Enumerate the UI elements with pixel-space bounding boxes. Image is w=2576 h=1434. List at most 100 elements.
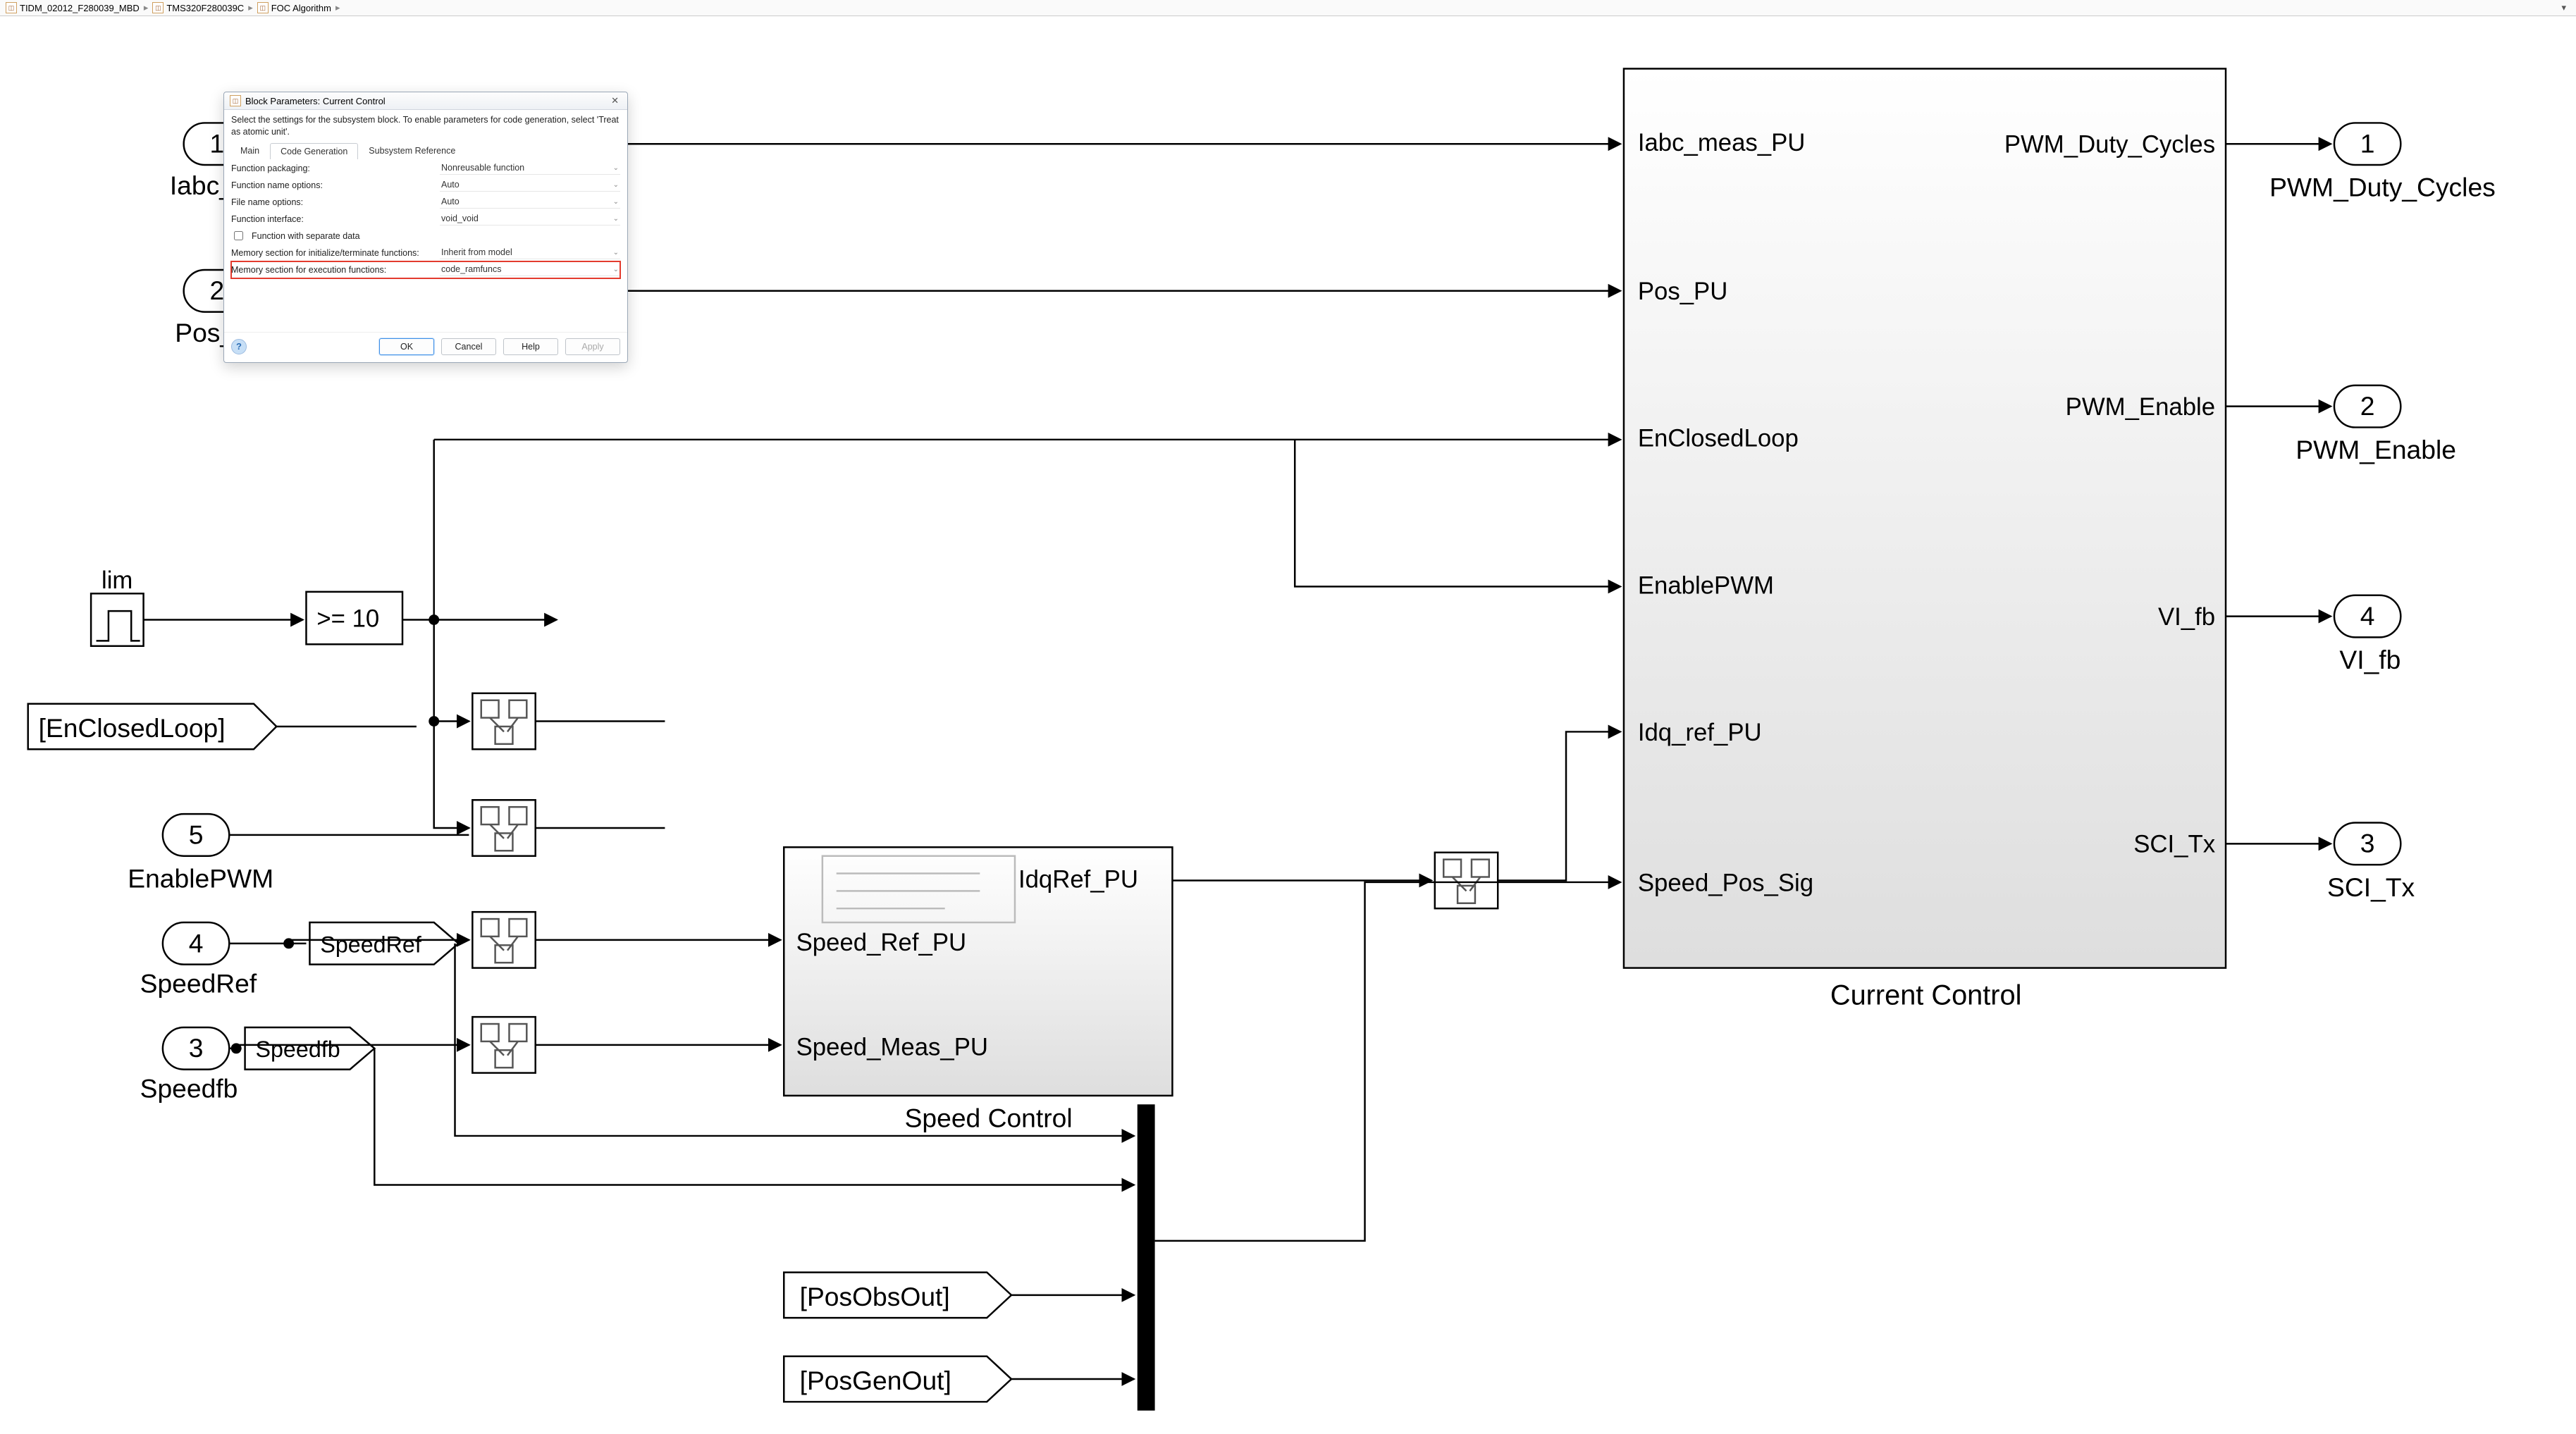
outport-2[interactable]: 2 PWM_Enable — [2295, 385, 2456, 464]
svg-text:PWM_Enable: PWM_Enable — [2295, 435, 2456, 464]
tab-code-generation[interactable]: Code Generation — [270, 143, 358, 159]
svg-text:VI_fb: VI_fb — [2158, 604, 2215, 631]
inport-5[interactable]: 5 EnablePWM — [128, 814, 273, 893]
field-memory-init: Memory section for initialize/terminate … — [231, 245, 620, 261]
svg-text:SCI_Tx: SCI_Tx — [2327, 872, 2415, 902]
field-dropdown[interactable]: Auto⌄ — [440, 178, 620, 192]
from-enclosedloop[interactable]: [EnClosedLoop] — [28, 704, 277, 750]
tab-main[interactable]: Main — [230, 142, 270, 159]
field-label: Function interface: — [231, 214, 436, 224]
svg-text:VI_fb: VI_fb — [2339, 645, 2401, 674]
breadcrumb-dropdown[interactable]: ▾ — [2561, 2, 2570, 13]
field-label: Function packaging: — [231, 163, 436, 173]
dialog-title: Block Parameters: Current Control — [245, 96, 386, 106]
svg-text:Idq_ref_PU: Idq_ref_PU — [1638, 719, 1762, 746]
field-dropdown[interactable]: Auto⌄ — [440, 195, 620, 209]
from-posobsout[interactable]: [PosObsOut] — [784, 1273, 1011, 1318]
breadcrumb-item-0[interactable]: ◫ TIDM_02012_F280039_MBD — [6, 2, 140, 13]
block-parameters-dialog: ◫ Block Parameters: Current Control ✕ Se… — [223, 92, 628, 363]
speed-control-subsystem[interactable]: Speed_Ref_PU Speed_Meas_PU IdqRef_PU Spe… — [784, 847, 1172, 1132]
outport-1[interactable]: 1 PWM_Duty_Cycles — [2269, 123, 2496, 202]
svg-text:PWM_Duty_Cycles: PWM_Duty_Cycles — [2004, 132, 2215, 159]
svg-text:SpeedRef: SpeedRef — [140, 968, 257, 998]
saturation-block[interactable]: lim — [91, 567, 143, 646]
goto-speedref[interactable]: SpeedRef — [309, 922, 458, 965]
rate-transition-block[interactable] — [1435, 853, 1498, 908]
chevron-down-icon: ⌄ — [613, 164, 619, 172]
breadcrumb-item-1[interactable]: ◫ TMS320F280039C — [152, 2, 244, 13]
chevron-right-icon: ▸ — [247, 2, 254, 13]
tab-subsystem-reference[interactable]: Subsystem Reference — [358, 142, 466, 159]
ok-button[interactable]: OK — [379, 338, 434, 355]
chevron-down-icon: ⌄ — [613, 249, 619, 256]
svg-text:PWM_Duty_Cycles: PWM_Duty_Cycles — [2269, 173, 2496, 202]
svg-text:[PosObsOut]: [PosObsOut] — [800, 1282, 950, 1311]
field-file-name-options: File name options: Auto⌄ — [231, 194, 620, 211]
rate-transition-block[interactable] — [472, 693, 535, 749]
svg-text:Speed_Meas_PU: Speed_Meas_PU — [796, 1034, 988, 1061]
field-label: Function with separate data — [252, 231, 620, 241]
svg-text:SCI_Tx: SCI_Tx — [2133, 832, 2215, 858]
field-function-interface: Function interface: void_void⌄ — [231, 211, 620, 228]
svg-text:Speed_Pos_Sig: Speed_Pos_Sig — [1638, 870, 1813, 896]
field-label: Function name options: — [231, 180, 436, 190]
dialog-form: Function packaging: Nonreusable function… — [224, 159, 627, 332]
current-control-subsystem[interactable]: Current Control Iabc_meas_PU Pos_PU EnCl… — [1624, 68, 2226, 1010]
field-function-packaging: Function packaging: Nonreusable function… — [231, 160, 620, 177]
inport-4[interactable]: 4 SpeedRef — [140, 922, 257, 998]
cancel-button[interactable]: Cancel — [441, 338, 496, 355]
chevron-down-icon: ⌄ — [613, 215, 619, 223]
rate-transition-block[interactable] — [472, 800, 535, 855]
chevron-right-icon: ▸ — [334, 2, 342, 13]
mux-block[interactable] — [1138, 1104, 1155, 1410]
svg-text:EnClosedLoop: EnClosedLoop — [1638, 426, 1799, 452]
svg-text:SpeedRef: SpeedRef — [320, 932, 422, 957]
breadcrumb-item-2[interactable]: ◫ FOC Algorithm — [257, 2, 331, 13]
svg-text:4: 4 — [189, 928, 204, 958]
svg-text:[EnClosedLoop]: [EnClosedLoop] — [39, 713, 226, 743]
goto-speedfb[interactable]: Speedfb — [245, 1027, 375, 1070]
svg-text:2: 2 — [209, 276, 224, 305]
chevron-down-icon: ⌄ — [613, 266, 619, 273]
svg-text:Current Control: Current Control — [1830, 980, 2022, 1011]
inport-3[interactable]: 3 Speedfb — [140, 1027, 238, 1103]
svg-text:4: 4 — [2360, 601, 2375, 631]
close-icon[interactable]: ✕ — [608, 95, 622, 106]
apply-button[interactable]: Apply — [565, 338, 620, 355]
subsystem-icon: ◫ — [230, 95, 241, 106]
svg-text:3: 3 — [2360, 829, 2375, 858]
svg-text:PWM_Enable: PWM_Enable — [2066, 394, 2215, 421]
dialog-description: Select the settings for the subsystem bl… — [224, 110, 627, 140]
dialog-titlebar[interactable]: ◫ Block Parameters: Current Control ✕ — [224, 92, 627, 110]
field-label: Memory section for initialize/terminate … — [231, 248, 436, 258]
svg-text:1: 1 — [209, 129, 224, 159]
outport-4[interactable]: 4 VI_fb — [2334, 595, 2401, 674]
field-function-name-options: Function name options: Auto⌄ — [231, 177, 620, 194]
checkbox-separate-data[interactable] — [234, 231, 243, 240]
svg-text:EnablePWM: EnablePWM — [128, 863, 273, 893]
chevron-right-icon: ▸ — [142, 2, 150, 13]
help-icon[interactable]: ? — [231, 339, 247, 354]
model-icon: ◫ — [6, 2, 17, 13]
svg-text:5: 5 — [189, 820, 204, 849]
compare-block[interactable]: >= 10 — [306, 592, 402, 644]
outport-3[interactable]: 3 SCI_Tx — [2327, 823, 2415, 902]
field-dropdown[interactable]: Nonreusable function⌄ — [440, 161, 620, 175]
field-dropdown[interactable]: void_void⌄ — [440, 212, 620, 225]
chevron-down-icon: ⌄ — [613, 198, 619, 206]
field-function-separate-data[interactable]: Function with separate data — [231, 228, 620, 245]
model-icon: ◫ — [152, 2, 164, 13]
breadcrumb-label: FOC Algorithm — [271, 3, 331, 13]
svg-text:Iabc_meas_PU: Iabc_meas_PU — [1638, 130, 1806, 156]
svg-text:Speed Control: Speed Control — [905, 1104, 1073, 1133]
svg-text:2: 2 — [2360, 391, 2375, 421]
field-dropdown[interactable]: Inherit from model⌄ — [440, 246, 620, 259]
rate-transition-block[interactable] — [472, 1017, 535, 1073]
rate-transition-block[interactable] — [472, 912, 535, 968]
help-button[interactable]: Help — [503, 338, 558, 355]
breadcrumb-label: TIDM_02012_F280039_MBD — [20, 3, 140, 13]
field-dropdown[interactable]: code_ramfuncs⌄ — [440, 263, 620, 276]
from-posgenout[interactable]: [PosGenOut] — [784, 1356, 1011, 1402]
model-icon: ◫ — [257, 2, 269, 13]
dialog-button-row: ? OK Cancel Help Apply — [224, 332, 627, 362]
